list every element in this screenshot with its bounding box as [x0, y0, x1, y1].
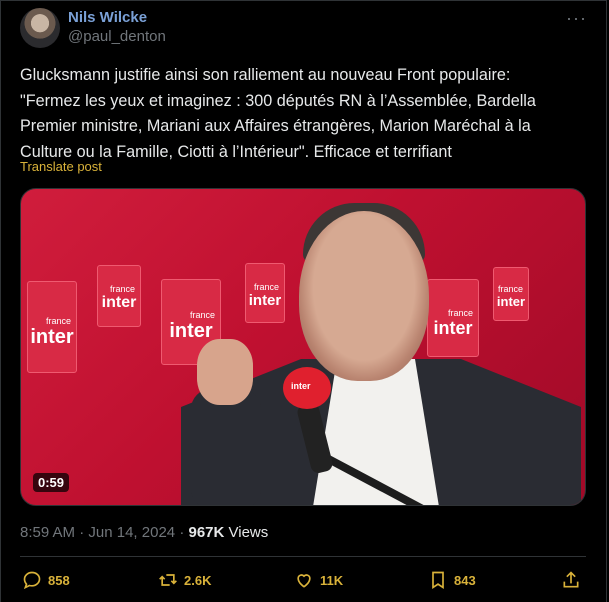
speaker-arm: [191, 389, 261, 505]
logo-text: inter: [30, 326, 74, 348]
post-text-line: Culture ou la Famille, Ciotti à l’Intéri…: [20, 142, 452, 161]
like-button[interactable]: 11K: [294, 570, 343, 590]
meta-separator: ·: [179, 524, 185, 541]
post-text-line: Premier ministre, Mariani aux Affaires é…: [20, 117, 531, 135]
logo-sub-text: france: [189, 310, 215, 320]
post-text: Glucksmann justifie ainsi son ralliement…: [20, 63, 590, 165]
speaker-face: [299, 211, 429, 381]
france-inter-logo-tile: france inter: [245, 263, 285, 323]
logo-sub-text: france: [45, 316, 71, 326]
logo-sub-text: france: [497, 284, 523, 294]
post-text-line: "Fermez les yeux et imaginez : 300 déput…: [20, 91, 536, 110]
author-name[interactable]: Nils Wilcke: [68, 9, 147, 26]
author-handle[interactable]: @paul_denton: [68, 28, 166, 45]
like-icon: [297, 574, 311, 588]
video-player[interactable]: france inter france inter france inter f…: [20, 188, 586, 506]
share-icon: [563, 571, 579, 588]
video-duration-badge: 0:59: [33, 473, 70, 492]
post-meta: 8:59 AM · Jun 14, 2024 · 967K Views: [20, 524, 268, 541]
share-button[interactable]: [561, 570, 581, 590]
reply-icon: [23, 571, 41, 590]
more-icon[interactable]: ···: [566, 8, 587, 29]
divider: [20, 556, 586, 557]
views-label: Views: [228, 524, 269, 541]
views-count: 967K: [188, 524, 225, 541]
reply-button[interactable]: 858: [22, 570, 70, 590]
action-bar: 858 2.6K 11K 843: [20, 570, 590, 596]
mic-logo-text: inter: [291, 381, 311, 391]
repost-count: 2.6K: [184, 572, 212, 588]
logo-text: inter: [433, 318, 473, 338]
logo-text: inter: [496, 294, 526, 309]
meta-separator: ·: [79, 524, 85, 541]
france-inter-logo-tile: france inter: [427, 279, 479, 357]
post-time[interactable]: 8:59 AM: [20, 524, 75, 541]
logo-text: inter: [101, 294, 137, 311]
translate-post-link[interactable]: Translate post: [20, 159, 102, 174]
bookmark-count: 843: [454, 572, 476, 588]
logo-sub-text: france: [447, 308, 473, 318]
avatar[interactable]: [20, 8, 60, 48]
logo-sub-text: france: [253, 282, 279, 292]
speaker-fist: [197, 339, 253, 405]
reply-count: 858: [48, 572, 70, 588]
post-date[interactable]: Jun 14, 2024: [88, 524, 175, 541]
repost-icon: [159, 574, 177, 586]
logo-sub-text: france: [109, 284, 135, 294]
repost-button[interactable]: 2.6K: [158, 570, 211, 590]
microphone: inter: [283, 367, 331, 409]
post-text-line: Glucksmann justifie ainsi son ralliement…: [20, 66, 511, 84]
bookmark-button[interactable]: 843: [428, 570, 476, 590]
france-inter-logo-tile: france inter: [27, 281, 77, 373]
france-inter-logo-tile: france inter: [493, 267, 529, 321]
logo-text: inter: [248, 292, 282, 309]
like-count: 11K: [320, 572, 344, 588]
bookmark-icon: [432, 571, 444, 590]
france-inter-logo-tile: france inter: [97, 265, 141, 327]
